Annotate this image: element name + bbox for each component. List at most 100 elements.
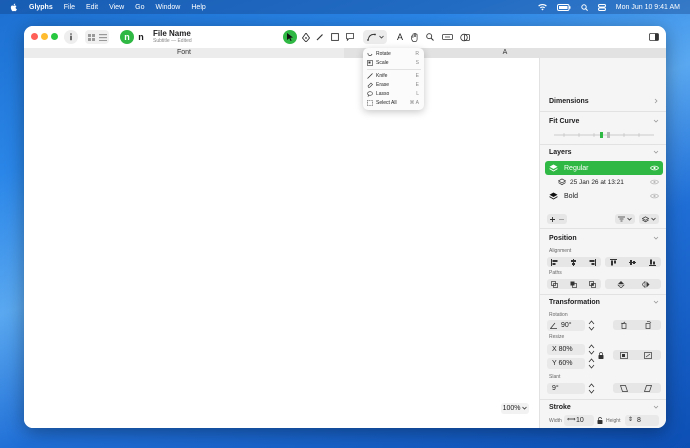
resize-y-stepper[interactable] — [588, 358, 595, 369]
resize-y-field[interactable]: Y 60% — [547, 358, 585, 369]
chevron-right-icon[interactable] — [653, 98, 659, 104]
plus-icon[interactable] — [549, 216, 556, 223]
union-icon[interactable] — [551, 280, 558, 288]
menu-item-select-all[interactable]: Select All ⌘ A — [367, 99, 421, 107]
transformation-header[interactable]: Transformation — [549, 299, 600, 306]
divider — [540, 144, 666, 145]
align-center-icon[interactable] — [570, 258, 577, 266]
rectangle-tool-button[interactable] — [330, 30, 340, 44]
stroke-height-field[interactable]: ⇕ 8 — [625, 415, 659, 426]
align-right-icon[interactable] — [589, 258, 596, 266]
chevron-down-icon[interactable] — [653, 299, 659, 305]
slant-left-icon[interactable] — [620, 384, 628, 392]
menu-item-rotate[interactable]: Rotate R — [367, 50, 421, 58]
chevron-down-icon[interactable] — [653, 118, 659, 124]
menu-file[interactable]: File — [64, 4, 75, 11]
rotate-left-icon[interactable] — [620, 321, 628, 329]
menu-edit[interactable]: Edit — [86, 4, 98, 11]
align-left-icon[interactable] — [551, 258, 558, 266]
menu-item-shortcut: L — [416, 91, 419, 97]
window-zoom-button[interactable] — [51, 33, 58, 40]
sidebar-toggle-button[interactable] — [648, 30, 659, 44]
subtract-icon[interactable] — [570, 281, 577, 288]
window-close-button[interactable] — [31, 33, 38, 40]
eye-icon[interactable] — [650, 165, 659, 171]
position-header[interactable]: Position — [549, 235, 577, 242]
select-tool-button[interactable] — [283, 30, 297, 44]
control-center-icon[interactable] — [597, 3, 606, 11]
dimensions-header[interactable]: Dimensions — [549, 98, 589, 105]
unlock-icon[interactable] — [597, 417, 603, 424]
flip-horizontal-icon[interactable] — [642, 280, 650, 288]
menu-help[interactable]: Help — [191, 4, 205, 11]
chevron-down-icon — [522, 406, 528, 410]
stroke-header[interactable]: Stroke — [549, 404, 571, 411]
menu-item-shortcut: E — [415, 73, 419, 79]
menu-app-name[interactable]: Glyphs — [29, 4, 53, 11]
slant-right-icon[interactable] — [644, 384, 652, 392]
menu-item-erase[interactable]: Erase E — [367, 81, 421, 89]
chevron-down-icon[interactable] — [653, 404, 659, 410]
layer-sort-dropdown[interactable] — [615, 214, 635, 224]
layer-item-backup[interactable]: 25 Jan 26 at 13:21 — [545, 175, 663, 189]
eye-icon[interactable] — [650, 193, 659, 199]
lock-icon[interactable] — [598, 352, 604, 359]
slant-value: 9° — [552, 385, 559, 392]
rotation-field[interactable]: 90° — [547, 320, 585, 331]
eye-icon[interactable] — [650, 179, 659, 185]
tab-font[interactable]: Font — [24, 48, 344, 58]
fit-curve-header[interactable]: Fit Curve — [549, 118, 579, 125]
menu-view[interactable]: View — [109, 4, 124, 11]
grid-view-icon[interactable] — [87, 33, 96, 41]
layer-options-dropdown[interactable] — [639, 214, 659, 224]
chevron-down-icon[interactable] — [653, 149, 659, 155]
scale-up-icon[interactable] — [644, 351, 652, 359]
align-top-icon[interactable] — [610, 258, 617, 266]
slant-stepper[interactable] — [588, 383, 595, 394]
list-view-icon[interactable] — [98, 33, 107, 41]
menu-go[interactable]: Go — [135, 4, 144, 11]
menu-item-knife[interactable]: Knife E — [367, 72, 421, 80]
search-icon[interactable] — [581, 3, 588, 11]
scale-down-icon[interactable] — [620, 351, 628, 359]
layers-header[interactable]: Layers — [549, 149, 572, 156]
view-mode-toggle[interactable] — [85, 30, 109, 44]
intersect-icon[interactable] — [589, 280, 596, 288]
stroke-width-field[interactable]: ⟺ 10 — [564, 415, 594, 426]
info-button[interactable] — [64, 30, 78, 44]
menu-item-shortcut: S — [415, 60, 419, 66]
align-bottom-icon[interactable] — [649, 259, 656, 266]
chevron-down-icon[interactable] — [653, 235, 659, 241]
flip-vertical-icon[interactable] — [617, 280, 625, 288]
hand-tool-button[interactable] — [410, 30, 420, 44]
menu-window[interactable]: Window — [155, 4, 180, 11]
zoom-tool-button[interactable] — [425, 30, 435, 44]
shapes-tool-button[interactable] — [459, 30, 470, 44]
pencil-tool-button[interactable] — [315, 30, 325, 44]
layer-item-bold[interactable]: Bold — [545, 189, 663, 203]
slant-field[interactable]: 9° — [547, 383, 585, 394]
menu-item-lasso[interactable]: Lasso L — [367, 90, 421, 98]
align-middle-icon[interactable] — [629, 259, 636, 266]
wifi-icon[interactable] — [537, 3, 547, 11]
rotate-right-icon[interactable] — [644, 321, 652, 329]
layer-item-regular[interactable]: Regular — [545, 161, 663, 175]
menu-item-scale[interactable]: Scale S — [367, 59, 421, 67]
annotation-tool-button[interactable] — [345, 30, 355, 44]
fit-curve-slider[interactable] — [554, 130, 654, 140]
resize-x-field[interactable]: X 80% — [547, 344, 585, 355]
pen-tool-button[interactable] — [301, 30, 311, 44]
minus-icon[interactable] — [558, 216, 565, 223]
chevron-down-icon — [378, 35, 384, 39]
zoom-level-dropdown[interactable]: 100% — [501, 403, 529, 414]
resize-x-stepper[interactable] — [588, 344, 595, 355]
window-minimize-button[interactable] — [41, 33, 48, 40]
transform-tools-dropdown[interactable] — [363, 30, 387, 44]
battery-icon[interactable] — [556, 3, 571, 11]
document-title[interactable]: File Name — [153, 29, 191, 38]
edit-canvas[interactable] — [24, 58, 539, 428]
apple-icon[interactable] — [10, 3, 18, 12]
measure-tool-button[interactable] — [441, 30, 453, 44]
text-tool-button[interactable]: A — [395, 30, 405, 44]
rotation-stepper[interactable] — [588, 320, 595, 331]
